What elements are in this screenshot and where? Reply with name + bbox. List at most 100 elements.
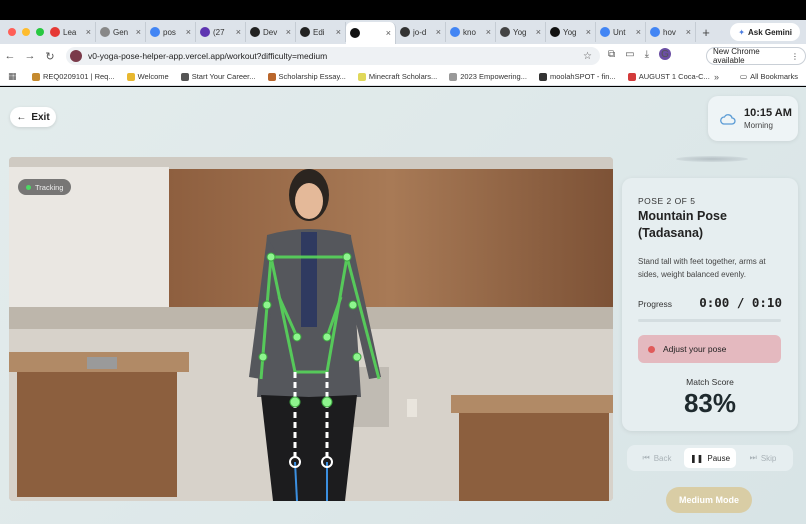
ask-gemini-button[interactable]: ✦ Ask Gemini [730,23,800,41]
match-score-label: Match Score [686,377,734,387]
bookmark-label: Scholarship Essay... [278,72,346,81]
more-vert-icon[interactable]: ⋮ [791,52,799,61]
chrome-update-label: New Chrome available [713,47,760,65]
bookmarks-overflow-icon[interactable]: » [714,72,719,82]
browser-tabs: Lea × Gen × pos × (27 × Dev × Edi × × jo-d × kno × Yog × Yo… [46,20,696,44]
cast-icon[interactable]: ▭ [625,49,634,60]
tab-favicon-icon [200,27,210,37]
browser-tab[interactable]: Yog × [496,22,546,42]
new-tab-button[interactable]: + [698,25,714,40]
bookmark-favicon-icon [126,72,135,81]
tab-favicon-icon [350,28,360,38]
tab-label: Lea [63,27,77,37]
browser-tab[interactable]: Dev × [246,22,296,42]
browser-tab[interactable]: Lea × [46,22,96,42]
camera-scene [9,157,613,501]
arrow-left-icon: ← [16,111,27,123]
download-icon[interactable]: ⤓ [645,49,649,60]
skip-forward-icon: ⏭ [749,453,757,462]
tracking-dot-icon [26,184,31,190]
match-score-value: 83% [683,388,737,418]
site-info-icon[interactable] [70,50,82,62]
decorative-shadow [676,156,748,162]
exit-button[interactable]: ← Exit [10,107,56,127]
close-tab-icon[interactable]: × [586,27,591,37]
progress-label: Progress [638,299,673,309]
minimize-window-button[interactable] [22,28,30,36]
bookmark-favicon-icon [449,72,458,81]
omnibox[interactable]: v0-yoga-pose-helper-app.vercel.app/worko… [66,47,600,65]
close-tab-icon[interactable]: × [536,27,541,37]
browser-tab[interactable]: pos × [146,22,196,42]
browser-tab[interactable]: jo-d × [396,22,446,42]
extensions-icon[interactable]: ⧉ [608,49,615,60]
tab-label: Yog [563,27,577,37]
bookmark-favicon-icon [267,72,276,81]
bookmark-item[interactable]: Welcome [126,72,169,81]
close-tab-icon[interactable]: × [486,27,491,37]
bookmark-item[interactable]: Start Your Career... [180,72,256,81]
maximize-window-button[interactable] [36,28,44,36]
url-text[interactable]: v0-yoga-pose-helper-app.vercel.app/worko… [88,51,327,61]
tab-label: kno [463,27,476,37]
skip-label: Skip [760,453,777,463]
yoga-app: ← Exit 10:15 AM Morning Tracking POSE 2 … [0,87,806,524]
tab-label: Unt [613,27,626,37]
bookmark-item[interactable]: Minecraft Scholars... [357,72,437,81]
close-tab-icon[interactable]: × [86,27,91,37]
tab-favicon-icon [150,27,160,37]
close-tab-icon[interactable]: × [186,27,191,37]
back-button[interactable]: ⏮ Back [631,448,683,468]
browser-tab[interactable]: kno × [446,22,496,42]
bookmark-label: AUGUST 1 Coca-C... [638,72,710,81]
browser-tab[interactable]: Unt × [596,22,646,42]
browser-tab[interactable]: (27 × [196,22,246,42]
browser-tab[interactable]: × [346,22,396,44]
ask-gemini-label: Ask Gemini [747,27,792,37]
bookmark-item[interactable]: REQ0209101 | Req... [32,72,115,81]
bookmark-item[interactable]: 2023 Empowering... [449,72,527,81]
bookmark-item[interactable]: Scholarship Essay... [267,72,346,81]
reload-icon[interactable]: ↻ [40,50,60,63]
close-tab-icon[interactable]: × [386,28,391,38]
tab-label: Dev [263,27,278,37]
close-tab-icon[interactable]: × [636,27,641,37]
pause-label: Pause [707,453,731,463]
tracking-label: Tracking [35,182,64,192]
browser-tab[interactable]: Yog × [546,22,596,42]
bookmark-favicon-icon [357,72,366,81]
tab-favicon-icon [500,27,510,37]
close-tab-icon[interactable]: × [136,27,141,37]
feedback-banner: Adjust your pose [638,335,781,363]
close-tab-icon[interactable]: × [286,27,291,37]
browser-tab[interactable]: Edi × [296,22,346,42]
browser-tab[interactable]: Gen × [96,22,146,42]
bookmark-item[interactable]: moolahSPOT - fin... [538,72,616,81]
close-tab-icon[interactable]: × [336,27,341,37]
apps-grid-icon[interactable]: ▦ [8,71,22,82]
browser-tab[interactable]: hov × [646,22,696,42]
profile-avatar[interactable]: G [659,48,672,60]
pause-button[interactable]: ❚❚ Pause [684,448,736,468]
progress-bar [638,319,781,322]
back-label: Back [653,453,672,463]
difficulty-badge[interactable]: Medium Mode [666,487,752,513]
back-arrow-icon[interactable]: ← [0,50,20,62]
tab-label: jo-d [413,27,427,37]
close-tab-icon[interactable]: × [236,27,241,37]
bookmark-item[interactable]: AUGUST 1 Coca-C... [627,72,710,81]
bookmark-star-icon[interactable]: ☆ [583,51,592,62]
close-tab-icon[interactable]: × [436,27,441,37]
skip-button[interactable]: ⏭ Skip [737,448,789,468]
bookmarks-bar: ▦ REQ0209101 | Req... Welcome Start Your C… [0,68,806,86]
tab-label: Gen [113,27,129,37]
tab-favicon-icon [450,27,460,37]
close-tab-icon[interactable]: × [686,27,691,37]
all-bookmarks-button[interactable]: ▭ All Bookmarks [740,72,798,81]
forward-arrow-icon[interactable]: → [20,50,40,62]
chrome-update-button[interactable]: New Chrome available ⋮ [706,47,806,65]
close-window-button[interactable] [8,28,16,36]
tab-label: Edi [313,27,325,37]
tab-favicon-icon [550,27,560,37]
time-text: 10:15 AM [744,107,792,119]
